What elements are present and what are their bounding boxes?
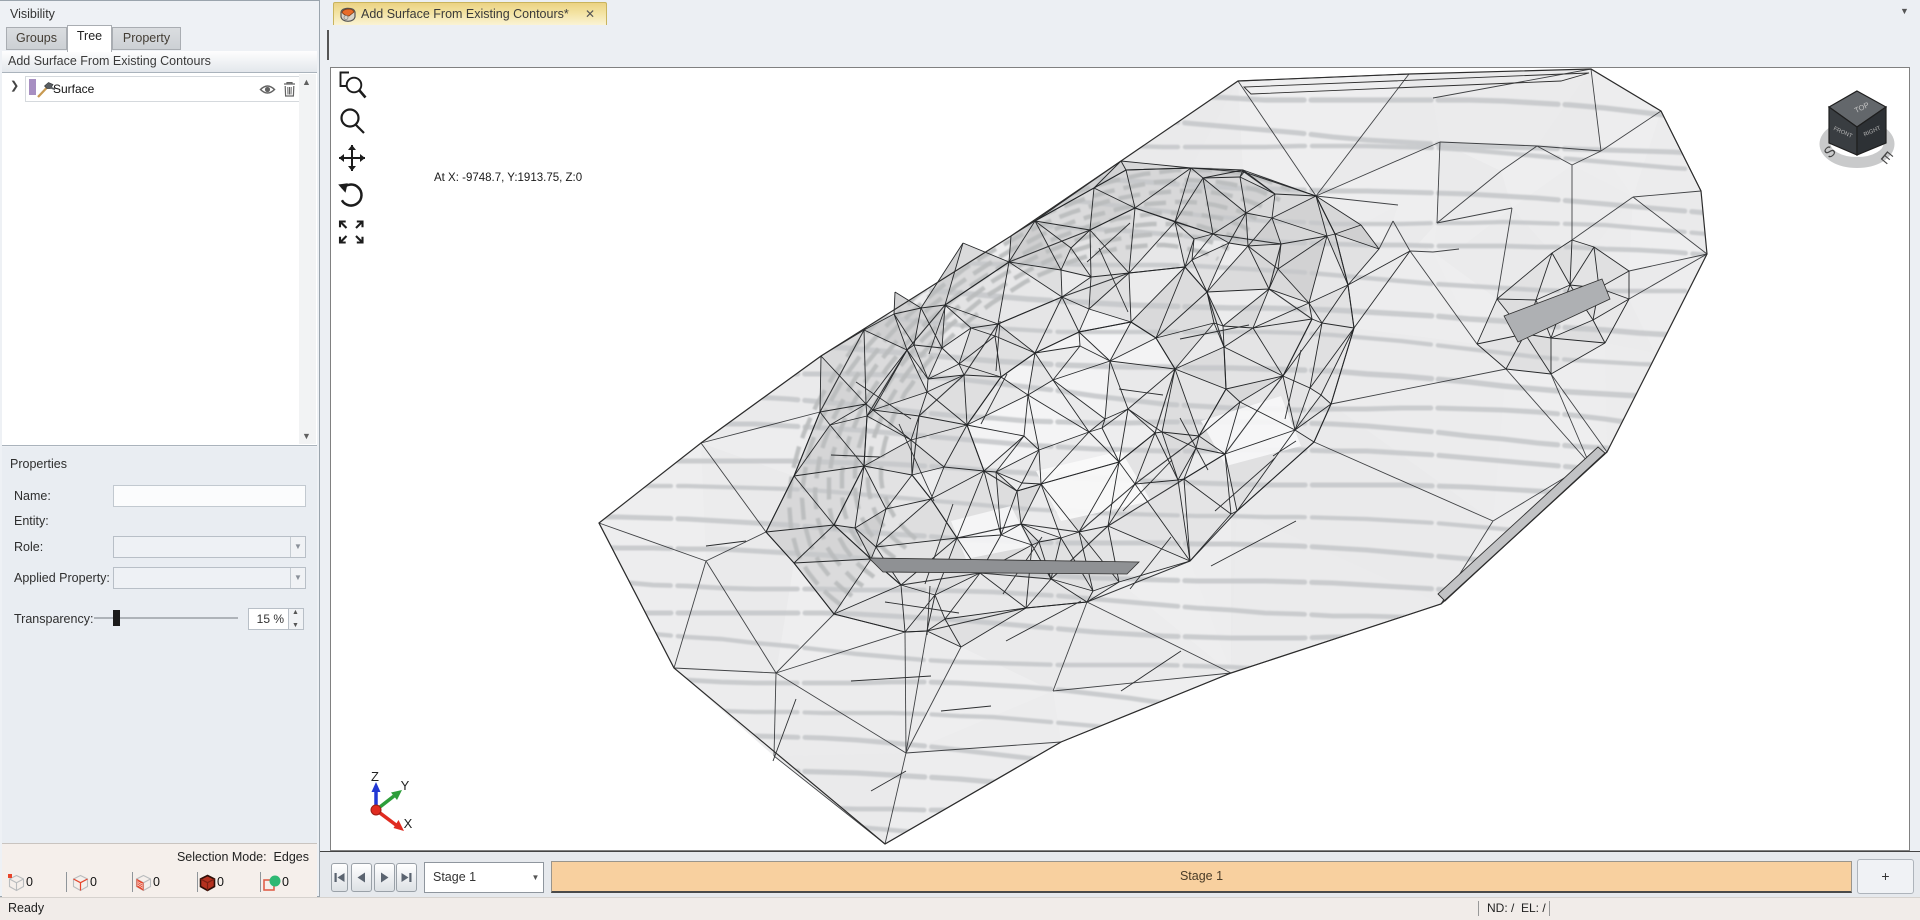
- svg-text:Y: Y: [401, 778, 410, 793]
- svg-text:Z: Z: [371, 769, 379, 784]
- svg-text:X: X: [404, 816, 413, 831]
- svg-text:At X: -9748.7, Y:1913.75, Z:0: At X: -9748.7, Y:1913.75, Z:0: [434, 172, 582, 184]
